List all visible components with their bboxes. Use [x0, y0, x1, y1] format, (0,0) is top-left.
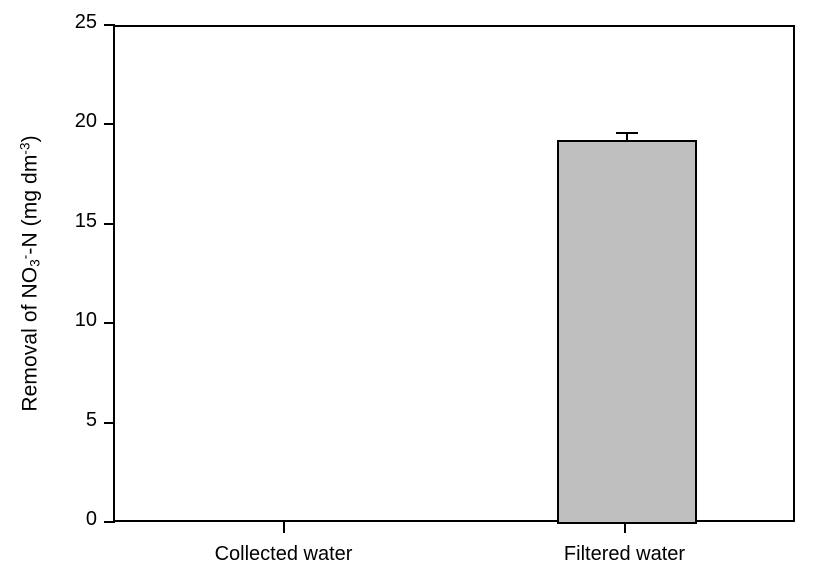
y-axis-tick-label: 10	[74, 309, 97, 332]
x-axis-category-label: Collected water	[214, 543, 353, 565]
chart-figure: Removal of NO3--N (mg dm-3) 0 5 10 15 20 25 C…	[0, 0, 821, 571]
y-axis-title-prefix: Removal of NO	[18, 266, 42, 412]
error-bar-cap	[615, 132, 638, 135]
bar-filtered-water	[556, 140, 697, 524]
y-axis-title-charge: -	[17, 254, 33, 260]
y-axis-tick-label: 25	[74, 11, 97, 33]
y-axis-tick-label: 20	[74, 110, 97, 133]
y-axis-title: Removal of NO3--N (mg dm-3)	[0, 0, 60, 547]
y-axis-title-exponent: -3	[17, 142, 33, 155]
y-axis-tick-label: 5	[85, 408, 97, 431]
y-axis-title-suffix: )	[18, 135, 42, 143]
y-axis-title-text: Removal of NO3--N (mg dm-3)	[18, 135, 43, 411]
x-axis-tick-mark	[623, 522, 626, 533]
y-axis-title-subscript: 3	[27, 259, 43, 267]
x-axis-tick-mark	[282, 522, 285, 533]
x-axis-category-label: Filtered water	[563, 543, 686, 565]
plot-area	[113, 25, 795, 524]
y-axis-tick-label: 15	[74, 209, 97, 232]
y-axis-tick-label: 0	[85, 508, 97, 530]
y-axis-title-mid: -N (mg dm	[18, 154, 42, 255]
